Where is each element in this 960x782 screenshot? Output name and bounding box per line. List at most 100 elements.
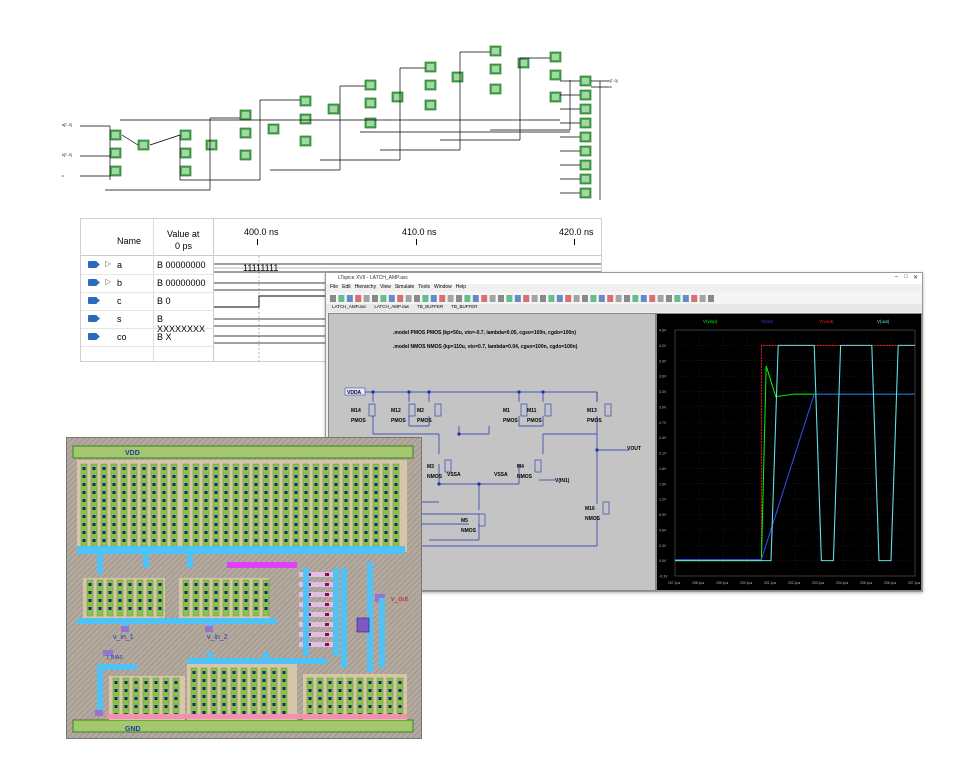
legend-entry: V(out)	[877, 319, 890, 324]
menu-item[interactable]: Window	[434, 284, 452, 290]
minimize-icon[interactable]: –	[895, 274, 898, 280]
x-tick: 199.1µs	[716, 581, 728, 585]
schematic-input-a: a[7..0]	[62, 123, 72, 127]
toolbar-icon	[632, 295, 639, 302]
mosfet-symbol	[434, 403, 442, 417]
label-vdd: VDD	[125, 450, 140, 457]
toolbar-icon	[590, 295, 597, 302]
signal-row[interactable]: ▷ a B 00000000	[81, 256, 213, 275]
toolbar-icon	[380, 295, 387, 302]
y-tick: 4.2V	[659, 344, 667, 348]
device-id: M11	[527, 408, 537, 414]
toolbar-icon	[481, 295, 488, 302]
maximize-icon[interactable]: □	[904, 274, 908, 280]
x-tick: 203.1µs	[812, 581, 824, 585]
toolbar-icon	[472, 295, 479, 302]
toolbar-icon	[414, 295, 420, 302]
toolbar-icon	[338, 295, 345, 302]
toolbar-icon	[540, 295, 546, 302]
output-pin-icon	[87, 331, 101, 342]
expand-icon[interactable]: ▷	[105, 277, 111, 286]
toolbar-icon	[649, 295, 656, 302]
toolbar-icon	[699, 295, 706, 302]
time-ruler[interactable]: 400.0 ns 410.0 ns 420.0 ns	[214, 219, 601, 256]
toolbar-icon	[582, 295, 588, 302]
toolbar-icon	[523, 295, 530, 302]
document-tab[interactable]: LATCH_AMP.raw	[372, 304, 411, 309]
y-tick: 3.6V	[659, 375, 667, 379]
close-icon[interactable]: ✕	[913, 274, 918, 281]
document-tab[interactable]: TB_BUFFER	[449, 304, 479, 309]
signal-row[interactable]: sB XXXXXXXX	[81, 310, 213, 334]
menu-item[interactable]: View	[380, 284, 391, 290]
toolbar-icon	[346, 295, 353, 302]
toolbar-icon	[456, 295, 462, 302]
device-type: PMOS	[587, 418, 602, 424]
signal-row[interactable]: c B 0	[81, 292, 213, 311]
label-vin2: v_in_2	[207, 634, 228, 641]
toolbar-icon	[372, 295, 378, 302]
signal-row[interactable]: ▷ b B 00000000	[81, 274, 213, 293]
x-tick: 206.1µs	[884, 581, 896, 585]
device-id: M2	[417, 408, 424, 414]
input-pin-icon	[87, 295, 101, 306]
toolbar-icon	[548, 295, 555, 302]
signal-name: a	[117, 260, 123, 270]
y-tick: -0.3V	[659, 575, 668, 579]
column-name: Name	[117, 236, 142, 246]
toolbar-icon	[691, 295, 698, 302]
ltspice-titlebar: LTspice XVII - LATCH_AMP.asc – □ ✕	[326, 273, 922, 284]
ltspice-waveform-plot: V(vinp) V(inn) V(vout) V(out) 4.5V 4.2V 3.9V 3.…	[659, 319, 920, 585]
bus-value-a: 11111111	[243, 263, 279, 273]
signal-row[interactable]: co B X	[81, 328, 213, 347]
toolbar-icon	[573, 295, 580, 302]
document-tab[interactable]: TB_BUFFER	[415, 304, 445, 309]
net-vout: VOUT	[627, 446, 641, 452]
menu-item[interactable]: Help	[456, 284, 466, 290]
net-vin: V(IN1)	[555, 478, 570, 484]
y-tick: 3.0V	[659, 405, 667, 409]
toolbar-icon	[657, 295, 664, 302]
model-pmos: .model PMOS PMOS (kp=50u, vto=-0.7, lamb…	[393, 330, 576, 336]
menu-item[interactable]: File	[330, 284, 338, 290]
x-tick: 207.1µs	[908, 581, 920, 585]
signal-value: B 0	[157, 296, 171, 306]
legend-entry: V(vinp)	[703, 319, 718, 324]
signal-value: B X	[157, 332, 172, 342]
toolbar-icon	[363, 295, 370, 302]
x-tick: 201.1µs	[764, 581, 776, 585]
y-tick: 0.0V	[659, 559, 667, 563]
expand-icon[interactable]: ▷	[105, 259, 111, 268]
toolbar-icon	[624, 295, 630, 302]
signal-name: s	[117, 314, 122, 324]
net-vdda: VDDA	[347, 390, 362, 396]
y-tick: 0.3V	[659, 544, 667, 548]
device-id: M16	[585, 506, 595, 512]
label-vin1: v_in_1	[113, 634, 134, 641]
toolbar-icon	[598, 295, 605, 302]
y-tick: 2.7V	[659, 421, 667, 425]
output-pin-icon	[87, 313, 101, 324]
y-tick: 3.3V	[659, 390, 667, 394]
toolbar-icon	[640, 295, 647, 302]
device-type: NMOS	[427, 474, 443, 480]
mosfet-symbol	[368, 403, 376, 417]
ltspice-plot-pane[interactable]: V(vinp) V(inn) V(vout) V(out) 4.5V 4.2V 3.9V 3.…	[656, 313, 922, 591]
schematic-output-s: s[7..0]	[608, 79, 618, 83]
ic-layout: VDD GND v_in_1 v_in_2 I_BIAS v_out	[67, 438, 421, 738]
device-type: NMOS	[517, 474, 533, 480]
menu-item[interactable]: Tools	[418, 284, 430, 290]
document-tab[interactable]: LATCH_AMP.asc	[330, 304, 368, 309]
menu-item[interactable]: Simulate	[395, 284, 414, 290]
menu-item[interactable]: Edit	[342, 284, 351, 290]
y-tick: 0.6V	[659, 528, 667, 532]
mosfet-symbol	[602, 501, 610, 515]
toolbar-icon	[531, 295, 538, 302]
device-id: M1	[503, 408, 510, 414]
ic-layout-view[interactable]: VDD GND v_in_1 v_in_2 I_BIAS v_out	[66, 437, 422, 739]
y-tick: 2.4V	[659, 436, 667, 440]
toolbar-icon	[556, 295, 563, 302]
y-tick: 2.1V	[659, 452, 667, 456]
menu-item[interactable]: Hierarchy	[355, 284, 376, 290]
input-pin-icon	[87, 259, 101, 270]
